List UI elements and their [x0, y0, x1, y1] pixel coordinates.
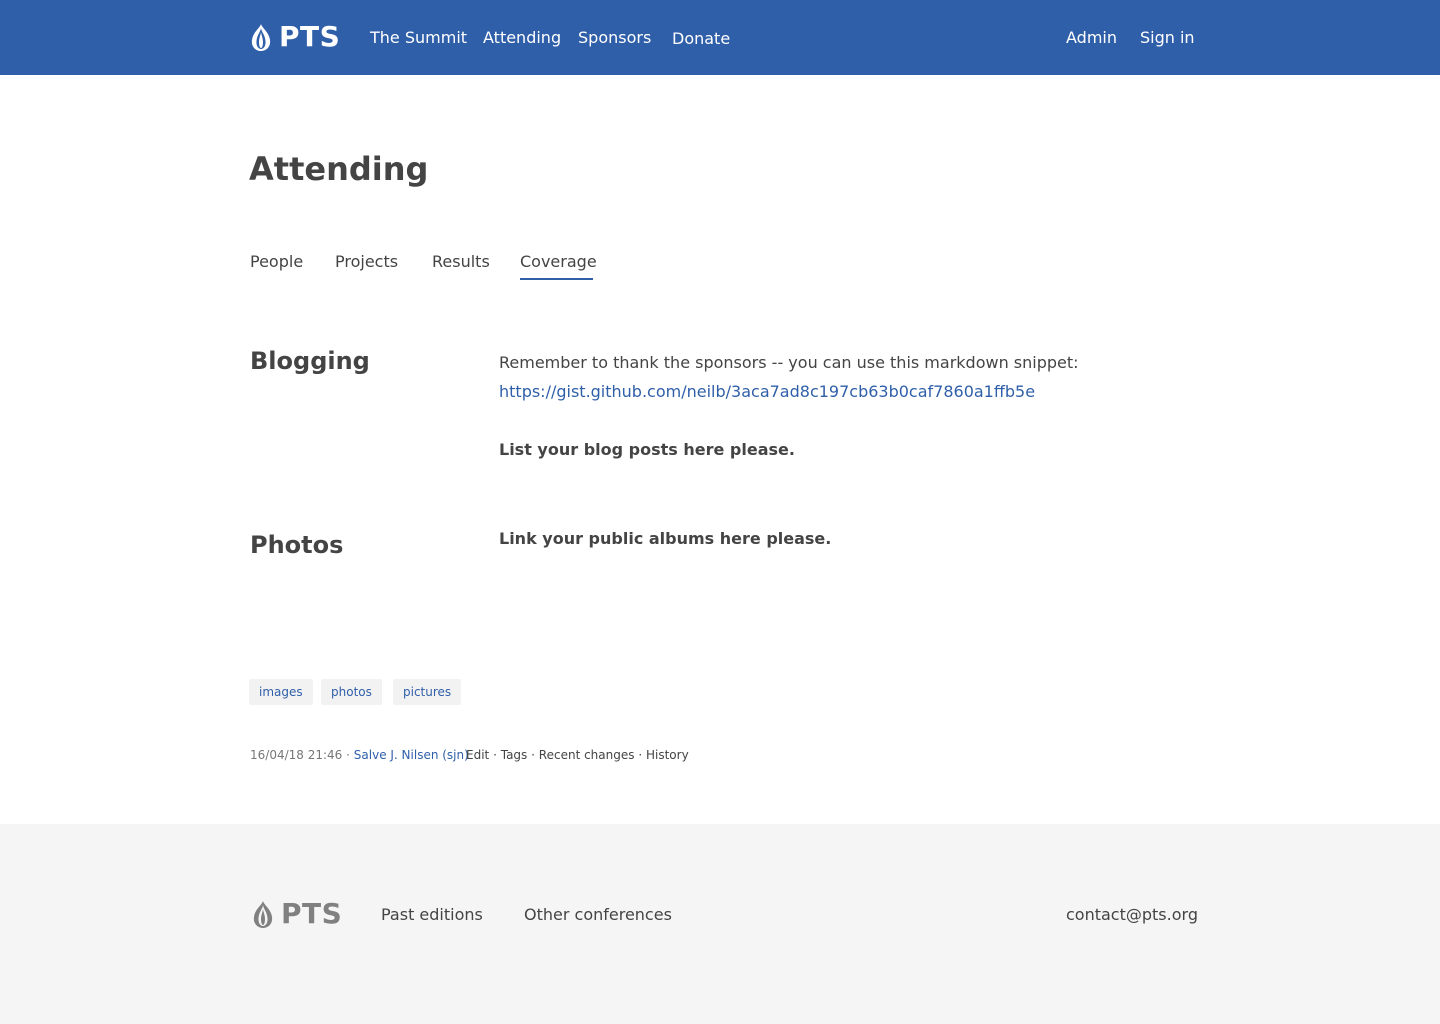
top-navigation-bar: PTS The Summit Attending Sponsors Donate…	[0, 0, 1440, 75]
onion-logo-icon	[251, 24, 271, 51]
site-logo[interactable]: PTS	[249, 22, 340, 52]
tag-pictures[interactable]: pictures	[393, 679, 462, 705]
markdown-snippet-link[interactable]: https://gist.github.com/neilb/3aca7ad8c1…	[499, 380, 1035, 404]
nav-sponsors[interactable]: Sponsors	[578, 26, 651, 50]
page-title: Attending	[249, 150, 429, 188]
tab-projects[interactable]: Projects	[335, 250, 398, 274]
footer-other-conferences-link[interactable]: Other conferences	[524, 903, 672, 927]
nav-donate[interactable]: Donate	[672, 27, 730, 51]
blogging-sponsor-note: Remember to thank the sponsors -- you ca…	[499, 353, 1079, 372]
tags-link[interactable]: Tags	[501, 748, 528, 762]
footer-contact-email[interactable]: contact@pts.org	[1066, 903, 1198, 927]
edit-link[interactable]: Edit	[466, 748, 489, 762]
tab-people[interactable]: People	[250, 250, 303, 274]
footer-logo[interactable]: PTS	[251, 899, 342, 929]
nav-admin[interactable]: Admin	[1066, 26, 1117, 50]
history-link[interactable]: History	[646, 748, 689, 762]
footer-logo-text: PTS	[281, 897, 343, 930]
meta-separator: ·	[346, 748, 350, 762]
page-actions: Edit · Tags · Recent changes · History	[466, 746, 689, 764]
page-meta-info: 16/04/18 21:46 · Salve J. Nilsen (sjn)	[250, 746, 469, 764]
photo-albums-instruction: Link your public albums here please.	[499, 529, 832, 548]
tag-images[interactable]: images	[249, 679, 313, 705]
nav-attending[interactable]: Attending	[483, 26, 561, 50]
logo-text: PTS	[279, 20, 341, 53]
recent-changes-link[interactable]: Recent changes	[539, 748, 635, 762]
site-footer: PTS Past editions Other conferences cont…	[0, 824, 1440, 1024]
author-link[interactable]: Salve J. Nilsen (sjn)	[354, 748, 469, 762]
last-modified-timestamp: 16/04/18 21:46	[250, 748, 343, 762]
footer-past-editions-link[interactable]: Past editions	[381, 903, 483, 927]
tag-photos[interactable]: photos	[321, 679, 382, 705]
meta-separator: ·	[493, 748, 497, 762]
meta-separator: ·	[531, 748, 535, 762]
nav-sign-in[interactable]: Sign in	[1140, 26, 1195, 50]
photos-heading: Photos	[250, 531, 344, 559]
tab-coverage[interactable]: Coverage	[520, 250, 597, 274]
blogging-heading: Blogging	[250, 347, 370, 375]
blog-posts-instruction: List your blog posts here please.	[499, 440, 795, 459]
active-tab-indicator	[520, 278, 593, 280]
meta-separator: ·	[638, 748, 643, 762]
onion-logo-icon	[253, 901, 273, 928]
nav-the-summit[interactable]: The Summit	[370, 26, 467, 50]
tab-results[interactable]: Results	[432, 250, 490, 274]
